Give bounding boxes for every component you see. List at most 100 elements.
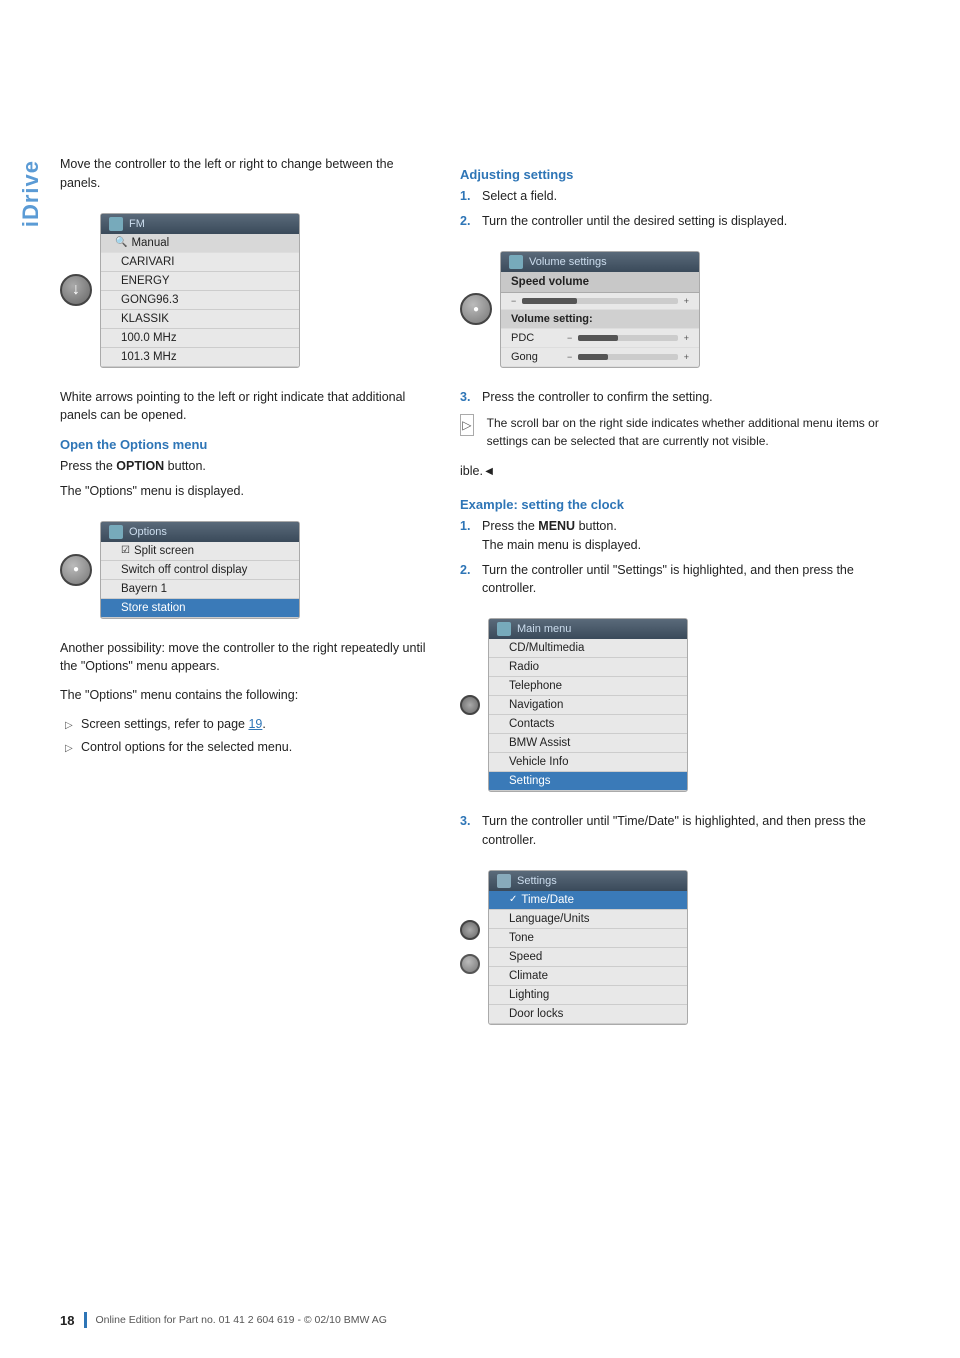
mm-navigation: Navigation bbox=[489, 696, 687, 715]
intro-text: Move the controller to the left or right… bbox=[60, 155, 430, 193]
pdc-fill bbox=[578, 335, 618, 341]
vol-row-label: Volume setting: bbox=[501, 310, 699, 329]
step-num-3: 3. bbox=[460, 388, 476, 407]
fm-item-klassik: KLASSIK bbox=[101, 310, 299, 329]
adjust-step-1: 1. Select a field. bbox=[460, 187, 880, 206]
adjust-step-2-text: Turn the controller until the desired se… bbox=[482, 212, 787, 231]
settings-screen: Settings ✓ Time/Date Language/Units Tone… bbox=[488, 870, 688, 1025]
options-screen-header: Options bbox=[101, 522, 299, 542]
options-step1: Press the OPTION button. bbox=[60, 457, 430, 476]
page-link-19[interactable]: 19 bbox=[248, 717, 262, 731]
options-icon bbox=[109, 525, 123, 539]
bullet-item-2: ▷ Control options for the selected menu. bbox=[65, 738, 430, 757]
example-step-1-text: Press the MENU button. The main menu is … bbox=[482, 517, 641, 555]
example-step-num-3: 3. bbox=[460, 812, 476, 850]
options-bullet-list: ▷ Screen settings, refer to page 19. ▷ C… bbox=[60, 715, 430, 757]
page-number: 18 bbox=[60, 1313, 74, 1328]
options-step2: The "Options" menu is displayed. bbox=[60, 482, 430, 501]
main-menu-header-label: Main menu bbox=[517, 623, 571, 635]
vol-row-pdc: PDC − + bbox=[501, 329, 699, 348]
right-column: Adjusting settings 1. Select a field. 2.… bbox=[460, 155, 880, 1045]
example-step-2-text: Turn the controller until "Settings" is … bbox=[482, 561, 880, 599]
check-icon-timedate: ✓ bbox=[509, 894, 517, 905]
example-step-num-1: 1. bbox=[460, 517, 476, 555]
mm-contacts: Contacts bbox=[489, 715, 687, 734]
fm-screen-body: 🔍 Manual CARIVARI ENERGY GONG96.3 KLASSI… bbox=[101, 234, 299, 367]
left-column: Move the controller to the left or right… bbox=[60, 155, 430, 1045]
gong-plus: + bbox=[684, 352, 689, 362]
gong-minus: − bbox=[567, 352, 572, 362]
gong-fill bbox=[578, 354, 608, 360]
options-item-store: Store station bbox=[101, 599, 299, 618]
footer-inner: 18 Online Edition for Part no. 01 41 2 6… bbox=[60, 1312, 900, 1328]
scroll-note-block: ▷ The scroll bar on the right side indic… bbox=[460, 414, 880, 450]
bullet-arrow-2: ▷ bbox=[65, 741, 75, 756]
adjust-step-3: 3. Press the controller to confirm the s… bbox=[460, 388, 880, 407]
vol-setting-label: Volume setting: bbox=[511, 313, 593, 325]
vol-row-speed: − + bbox=[501, 293, 699, 310]
controller-knob-vol: ● bbox=[460, 293, 492, 325]
bullet-text-2: Control options for the selected menu. bbox=[81, 738, 292, 757]
controller-left-settings bbox=[460, 920, 480, 974]
volume-screen-body: Speed volume − + Volume setting: bbox=[501, 272, 699, 367]
options-screen-wrapper: ● Options ☑ Split screen Switch off cont… bbox=[60, 511, 430, 629]
fm-item-manual: 🔍 Manual bbox=[101, 234, 299, 253]
mm-cd: CD/Multimedia bbox=[489, 639, 687, 658]
fm-item-gong: GONG96.3 bbox=[101, 291, 299, 310]
fm-icon bbox=[109, 217, 123, 231]
options-item-bayern: Bayern 1 bbox=[101, 580, 299, 599]
example-step-3-text: Turn the controller until "Time/Date" is… bbox=[482, 812, 880, 850]
example-step-1: 1. Press the MENU button. The main menu … bbox=[460, 517, 880, 555]
controller-left-vol: ● bbox=[460, 293, 492, 325]
controller-knob-fm: ↓ bbox=[60, 274, 92, 306]
gong-label: Gong bbox=[511, 351, 561, 363]
gear-icon-settings bbox=[460, 920, 480, 940]
pdc-bar bbox=[578, 335, 677, 341]
mm-radio: Radio bbox=[489, 658, 687, 677]
settings-screen-wrapper: Settings ✓ Time/Date Language/Units Tone… bbox=[460, 860, 880, 1035]
volume-header-label: Volume settings bbox=[529, 256, 607, 268]
controller-left-menu bbox=[460, 695, 480, 715]
fm-item-100: 100.0 MHz bbox=[101, 329, 299, 348]
st-time-date: ✓ Time/Date bbox=[489, 891, 687, 910]
example-step-3: 3. Turn the controller until "Time/Date"… bbox=[460, 812, 880, 850]
options-screen-body: ☑ Split screen Switch off control displa… bbox=[101, 542, 299, 618]
adjust-step-2: 2. Turn the controller until the desired… bbox=[460, 212, 880, 231]
settings-header-label: Settings bbox=[517, 875, 557, 887]
white-arrows-text: White arrows pointing to the left or rig… bbox=[60, 388, 430, 426]
volume-screen-header: Volume settings bbox=[501, 252, 699, 272]
bullet-item-1: ▷ Screen settings, refer to page 19. bbox=[65, 715, 430, 734]
settings-screen-header: Settings bbox=[489, 871, 687, 891]
footer: 18 Online Edition for Part no. 01 41 2 6… bbox=[0, 1312, 960, 1328]
st-tone: Tone bbox=[489, 929, 687, 948]
plus-icon: + bbox=[684, 296, 689, 306]
step-num-2: 2. bbox=[460, 212, 476, 231]
fm-item-carivari: CARIVARI bbox=[101, 253, 299, 272]
options-header-label: Options bbox=[129, 526, 167, 538]
sidebar-label: iDrive bbox=[18, 160, 44, 227]
options-item-switchoff: Switch off control display bbox=[101, 561, 299, 580]
bullet-text-1: Screen settings, refer to page 19. bbox=[81, 715, 266, 734]
main-content: Move the controller to the left or right… bbox=[60, 155, 920, 1045]
footer-copyright: Online Edition for Part no. 01 41 2 604 … bbox=[95, 1314, 386, 1326]
another-possibility-text: Another possibility: move the controller… bbox=[60, 639, 430, 677]
pdc-minus: − bbox=[567, 333, 572, 343]
options-screen: Options ☑ Split screen Switch off contro… bbox=[100, 521, 300, 619]
search-icon-fm: 🔍 bbox=[115, 237, 127, 248]
fm-screen-header: FM bbox=[101, 214, 299, 234]
example-step-2: 2. Turn the controller until "Settings" … bbox=[460, 561, 880, 599]
footer-border bbox=[84, 1312, 87, 1328]
main-menu-screen-wrapper: Main menu CD/Multimedia Radio Telephone … bbox=[460, 608, 880, 802]
fm-screen-wrapper: ↓ FM 🔍 Manual CARIVARI ENERGY GON bbox=[60, 203, 430, 378]
scroll-indicator-icon: ▷ bbox=[460, 414, 474, 436]
minus-icon: − bbox=[511, 296, 516, 306]
example-step-1b: The main menu is displayed. bbox=[482, 538, 641, 552]
st-language: Language/Units bbox=[489, 910, 687, 929]
controller-knob-options: ● bbox=[60, 554, 92, 586]
gear-icon-menu bbox=[460, 695, 480, 715]
mm-telephone: Telephone bbox=[489, 677, 687, 696]
adjust-step-1-text: Select a field. bbox=[482, 187, 557, 206]
step-num-1: 1. bbox=[460, 187, 476, 206]
back-ref-text: ible.◄ bbox=[460, 462, 880, 481]
vol-row-gong: Gong − + bbox=[501, 348, 699, 367]
